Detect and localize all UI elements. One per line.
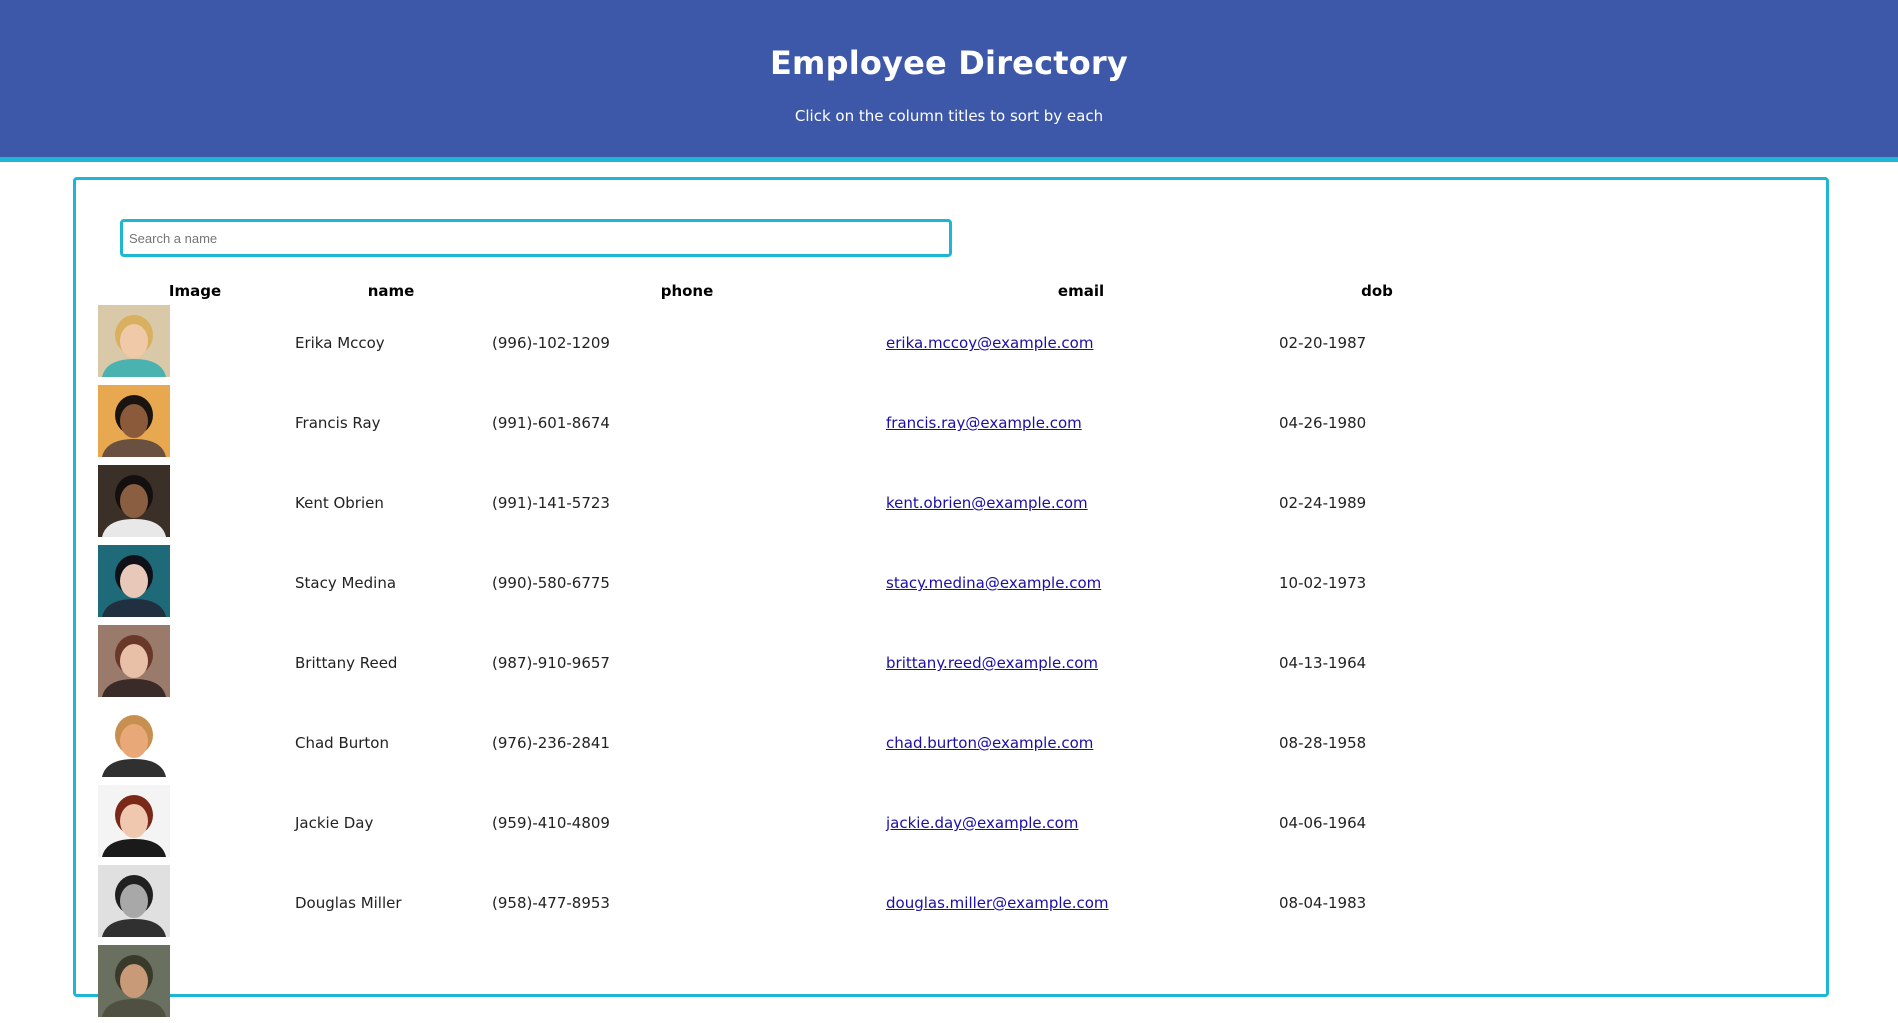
- cell-dob: 10-02-1973: [1279, 574, 1367, 592]
- page-title: Employee Directory: [770, 44, 1128, 82]
- avatar: [98, 625, 170, 697]
- avatar: [98, 705, 170, 777]
- cell-phone: (996)-102-1209: [492, 334, 610, 352]
- cell-email[interactable]: erika.mccoy@example.com: [886, 334, 1093, 352]
- cell-dob: 04-26-1980: [1279, 414, 1367, 432]
- cell-phone: (991)-141-5723: [492, 494, 610, 512]
- avatar: [98, 465, 170, 537]
- search-input[interactable]: [120, 219, 952, 257]
- cell-email[interactable]: douglas.miller@example.com: [886, 894, 1109, 912]
- cell-dob: 04-06-1964: [1279, 814, 1367, 832]
- table-row: Erika Mccoy (996)-102-1209 erika.mccoy@exa…: [0, 303, 1898, 383]
- table-row: Jackie Day (959)-410-4809 jackie.day@examp…: [0, 783, 1898, 863]
- cell-email[interactable]: chad.burton@example.com: [886, 734, 1093, 752]
- table-row: [0, 943, 1898, 1023]
- cell-name: Stacy Medina: [295, 574, 397, 592]
- cell-phone: (959)-410-4809: [492, 814, 610, 832]
- avatar: [98, 785, 170, 857]
- cell-name: Erika Mccoy: [295, 334, 385, 352]
- cell-email[interactable]: jackie.day@example.com: [886, 814, 1078, 832]
- column-header-name[interactable]: name: [368, 282, 415, 300]
- table-row: Kent Obrien (991)-141-5723 kent.obrien@exa…: [0, 463, 1898, 543]
- cell-phone: (990)-580-6775: [492, 574, 610, 592]
- cell-email[interactable]: brittany.reed@example.com: [886, 654, 1098, 672]
- cell-email[interactable]: kent.obrien@example.com: [886, 494, 1088, 512]
- table-row: Francis Ray (991)-601-8674 francis.ray@exa…: [0, 383, 1898, 463]
- cell-name: Francis Ray: [295, 414, 381, 432]
- cell-phone: (991)-601-8674: [492, 414, 610, 432]
- column-header-dob[interactable]: dob: [1361, 282, 1393, 300]
- cell-email[interactable]: stacy.medina@example.com: [886, 574, 1101, 592]
- column-header-email[interactable]: email: [1058, 282, 1104, 300]
- cell-dob: 08-04-1983: [1279, 894, 1367, 912]
- page-subtitle: Click on the column titles to sort by ea…: [794, 107, 1104, 125]
- cell-name: Chad Burton: [295, 734, 389, 752]
- cell-name: Kent Obrien: [295, 494, 384, 512]
- cell-phone: (958)-477-8953: [492, 894, 610, 912]
- cell-name: Douglas Miller: [295, 894, 402, 912]
- cell-dob: 02-20-1987: [1279, 334, 1367, 352]
- column-header-phone[interactable]: phone: [661, 282, 714, 300]
- cell-dob: 08-28-1958: [1279, 734, 1367, 752]
- avatar: [98, 305, 170, 377]
- page-header: Employee Directory Click on the column t…: [0, 0, 1898, 162]
- avatar: [98, 865, 170, 937]
- table-row: Douglas Miller (958)-477-8953 douglas.mill…: [0, 863, 1898, 943]
- column-header-image[interactable]: Image: [169, 282, 221, 300]
- table-row: Brittany Reed (987)-910-9657 brittany.reed…: [0, 623, 1898, 703]
- avatar: [98, 945, 170, 1017]
- table-row: Stacy Medina (990)-580-6775 stacy.medina@e…: [0, 543, 1898, 623]
- table-row: Chad Burton (976)-236-2841 chad.burton@exa…: [0, 703, 1898, 783]
- cell-name: Jackie Day: [295, 814, 374, 832]
- cell-name: Brittany Reed: [295, 654, 398, 672]
- cell-phone: (976)-236-2841: [492, 734, 610, 752]
- cell-phone: (987)-910-9657: [492, 654, 610, 672]
- cell-dob: 02-24-1989: [1279, 494, 1367, 512]
- cell-email[interactable]: francis.ray@example.com: [886, 414, 1082, 432]
- cell-dob: 04-13-1964: [1279, 654, 1367, 672]
- avatar: [98, 385, 170, 457]
- avatar: [98, 545, 170, 617]
